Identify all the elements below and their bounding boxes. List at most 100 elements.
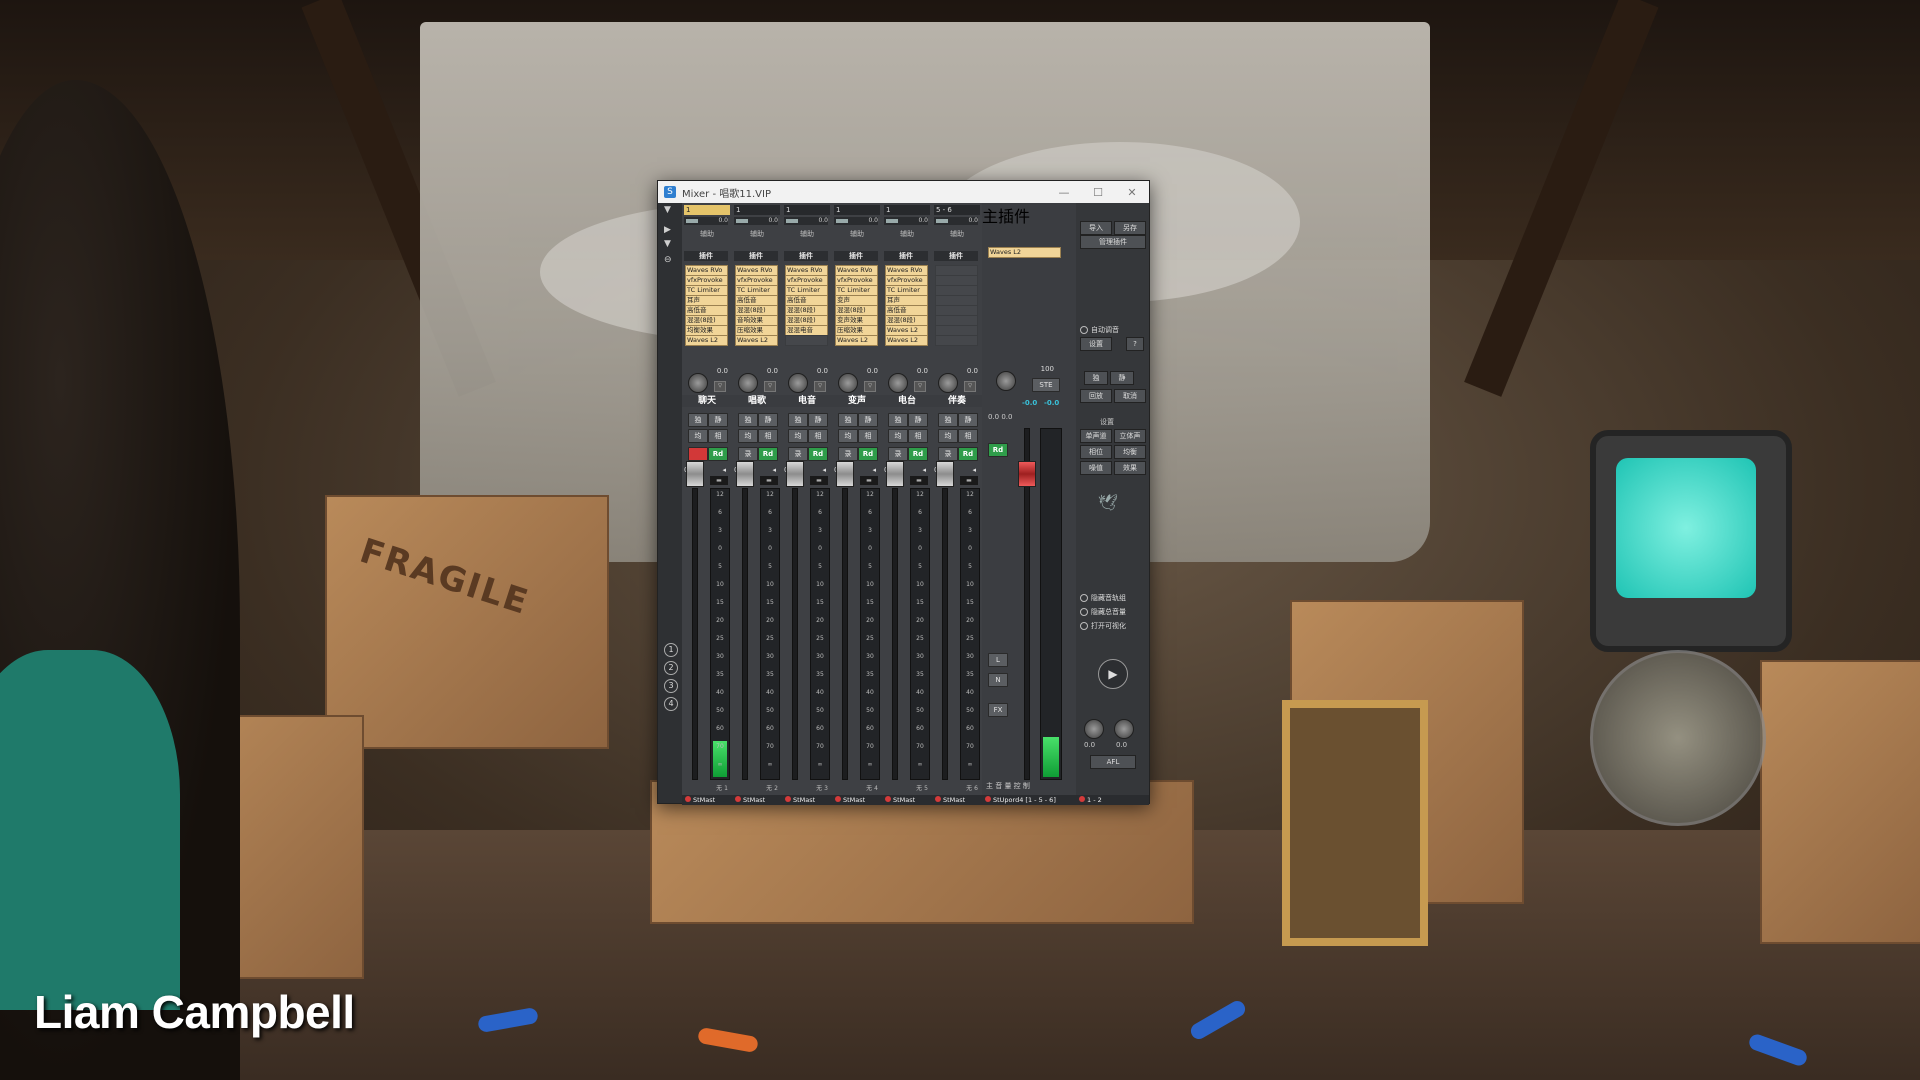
eq-button[interactable]: 均 (788, 429, 808, 443)
fader-knob[interactable] (736, 461, 754, 487)
channel-select[interactable]: 1 (834, 205, 880, 215)
collapse-arrow-icon[interactable]: ▼ (664, 239, 671, 249)
master-output[interactable]: StUpord4 [1 - 5 - 6] (982, 795, 1076, 805)
pan-knob[interactable] (838, 373, 858, 393)
eq-button[interactable]: 均 (938, 429, 958, 443)
record-button[interactable]: 录 (888, 447, 908, 461)
master-mute-button[interactable]: 静 (1110, 371, 1134, 385)
phase-button[interactable]: 相 (958, 429, 978, 443)
plugin-manager-button[interactable]: 管理插件 (1080, 235, 1146, 249)
solo-button[interactable]: 独 (788, 413, 808, 427)
hide-track-group-option[interactable]: 隐藏音轨组 (1080, 593, 1126, 603)
channel-select[interactable]: 1 (884, 205, 930, 215)
pan-mode-icon[interactable]: ▽ (914, 381, 926, 392)
cancel-button[interactable]: 取消 (1114, 389, 1146, 403)
bank-4-button[interactable]: 4 (664, 697, 678, 711)
eq-button[interactable]: 均 (738, 429, 758, 443)
eq-button[interactable]: 均 (838, 429, 858, 443)
read-automation-button[interactable]: Rd (808, 447, 828, 461)
plugin-slot[interactable]: Waves L2 (835, 335, 878, 346)
record-button[interactable]: 录 (788, 447, 808, 461)
maximize-button[interactable]: ☐ (1081, 186, 1115, 199)
phase-button[interactable]: 相位 (1080, 445, 1112, 459)
bank-3-button[interactable]: 3 (664, 679, 678, 693)
mute-button[interactable]: 静 (708, 413, 728, 427)
open-visualizer-option[interactable]: 打开可视化 (1080, 621, 1126, 631)
mono-button[interactable]: 单声道 (1080, 429, 1112, 443)
phase-button[interactable]: 相 (908, 429, 928, 443)
channel-name[interactable]: 伴奏 (932, 395, 982, 407)
pan-knob[interactable] (888, 373, 908, 393)
channel-output[interactable]: StMast (832, 795, 882, 805)
stereo-button[interactable]: 立体声 (1114, 429, 1146, 443)
fx-send-bar[interactable]: 0.0 (884, 217, 928, 225)
solo-button[interactable]: 独 (838, 413, 858, 427)
eq-button[interactable]: 均 (688, 429, 708, 443)
pan-knob[interactable] (938, 373, 958, 393)
fader-track[interactable] (892, 488, 898, 780)
master-n-button[interactable]: N (988, 673, 1008, 687)
phase-button[interactable]: 相 (758, 429, 778, 443)
fader-track[interactable] (942, 488, 948, 780)
auto-mix-option[interactable]: 自动调音 (1080, 325, 1119, 335)
channel-name[interactable]: 变声 (832, 395, 882, 407)
eq-button[interactable]: 均衡 (1114, 445, 1146, 459)
fader-track[interactable] (792, 488, 798, 780)
pan-mode-icon[interactable]: ▽ (964, 381, 976, 392)
right-knob-1[interactable] (1084, 719, 1104, 739)
effects-button[interactable]: 效果 (1114, 461, 1146, 475)
pan-mode-icon[interactable]: ▽ (814, 381, 826, 392)
fader-knob[interactable] (886, 461, 904, 487)
group-select[interactable]: 无 (866, 783, 872, 795)
pan-knob[interactable] (788, 373, 808, 393)
channel-select[interactable]: 1 (684, 205, 730, 215)
pan-knob[interactable] (688, 373, 708, 393)
fx-send-bar[interactable]: 0.0 (784, 217, 828, 225)
plugin-slot[interactable] (785, 335, 828, 346)
group-select[interactable]: 无 (916, 783, 922, 795)
group-select[interactable]: 无 (716, 783, 722, 795)
close-button[interactable]: ✕ (1115, 186, 1149, 199)
plugin-slot[interactable]: Waves L2 (735, 335, 778, 346)
pan-mode-icon[interactable]: ▽ (864, 381, 876, 392)
help-button[interactable]: ? (1126, 337, 1144, 351)
channel-select[interactable]: 1 (784, 205, 830, 215)
playback-button[interactable]: 回放 (1080, 389, 1112, 403)
phase-button[interactable]: 相 (808, 429, 828, 443)
fx-send-bar[interactable]: 0.0 (734, 217, 778, 225)
pan-mode-icon[interactable]: ▽ (764, 381, 776, 392)
mute-button[interactable]: 静 (858, 413, 878, 427)
hide-master-option[interactable]: 隐藏总音量 (1080, 607, 1126, 617)
solo-button[interactable]: 独 (738, 413, 758, 427)
collapse-arrow-icon[interactable]: ▼ (664, 205, 671, 215)
mute-button[interactable]: 静 (808, 413, 828, 427)
channel-output[interactable]: StMast (882, 795, 932, 805)
fx-send-bar[interactable]: 0.0 (934, 217, 978, 225)
group-select[interactable]: 无 (816, 783, 822, 795)
plugin-slot[interactable] (935, 335, 978, 346)
channel-select[interactable]: 1 (734, 205, 780, 215)
bank-2-button[interactable]: 2 (664, 661, 678, 675)
play-button[interactable]: ▶ (1098, 659, 1128, 689)
fader-track[interactable] (692, 488, 698, 780)
master-fader-knob[interactable] (1018, 461, 1036, 487)
group-select[interactable]: 无 (766, 783, 772, 795)
record-button[interactable]: 录 (938, 447, 958, 461)
mute-button[interactable]: 静 (958, 413, 978, 427)
solo-button[interactable]: 独 (688, 413, 708, 427)
master-solo-button[interactable]: 独 (1084, 371, 1108, 385)
phase-button[interactable]: 相 (858, 429, 878, 443)
channel-name[interactable]: 电台 (882, 395, 932, 407)
master-rd-button[interactable]: Rd (988, 443, 1008, 457)
fader-knob[interactable] (936, 461, 954, 487)
fader-knob[interactable] (836, 461, 854, 487)
read-automation-button[interactable]: Rd (958, 447, 978, 461)
right-knob-2[interactable] (1114, 719, 1134, 739)
plugin-slot[interactable]: Waves L2 (885, 335, 928, 346)
read-automation-button[interactable]: Rd (708, 447, 728, 461)
read-automation-button[interactable]: Rd (758, 447, 778, 461)
mute-button[interactable]: 静 (758, 413, 778, 427)
group-select[interactable]: 无 (966, 783, 972, 795)
solo-button[interactable]: 独 (888, 413, 908, 427)
channel-output[interactable]: StMast (782, 795, 832, 805)
